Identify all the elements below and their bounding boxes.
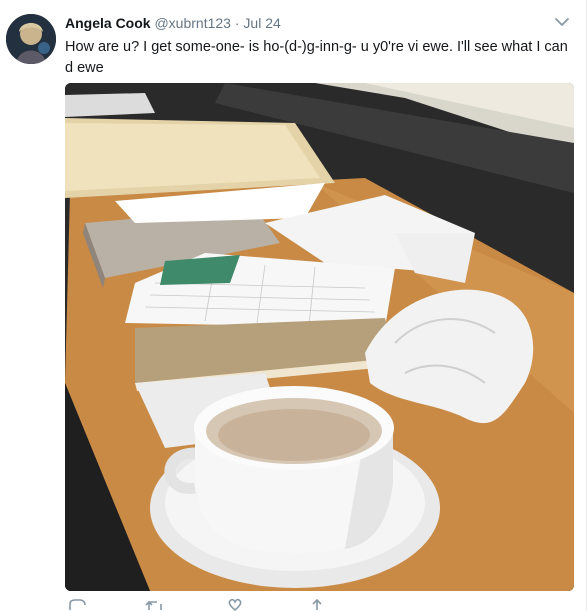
chevron-down-icon[interactable] (554, 16, 570, 28)
avatar-image (6, 14, 56, 64)
header-separator: · (234, 15, 240, 31)
reply-icon[interactable] (67, 598, 87, 611)
tweet-photo[interactable] (65, 83, 574, 591)
heart-icon[interactable] (225, 598, 245, 611)
tweet-date[interactable]: Jul 24 (243, 15, 280, 31)
photo-desk-coffee-illustration (65, 83, 574, 591)
author-name[interactable]: Angela Cook (65, 15, 151, 31)
tweet-text: How are u? I get some-one- is ho-(d-)g-i… (65, 39, 568, 76)
avatar[interactable] (6, 14, 56, 64)
retweet-icon[interactable] (145, 598, 165, 611)
tweet-actions (65, 598, 465, 611)
tweet-card[interactable]: Angela Cook @xubrnt123 · Jul 24 How are … (0, 0, 587, 611)
share-icon[interactable] (307, 598, 327, 611)
author-handle[interactable]: @xubrnt123 (154, 15, 230, 31)
tweet-header: Angela Cook @xubrnt123 · Jul 24 (65, 14, 281, 34)
